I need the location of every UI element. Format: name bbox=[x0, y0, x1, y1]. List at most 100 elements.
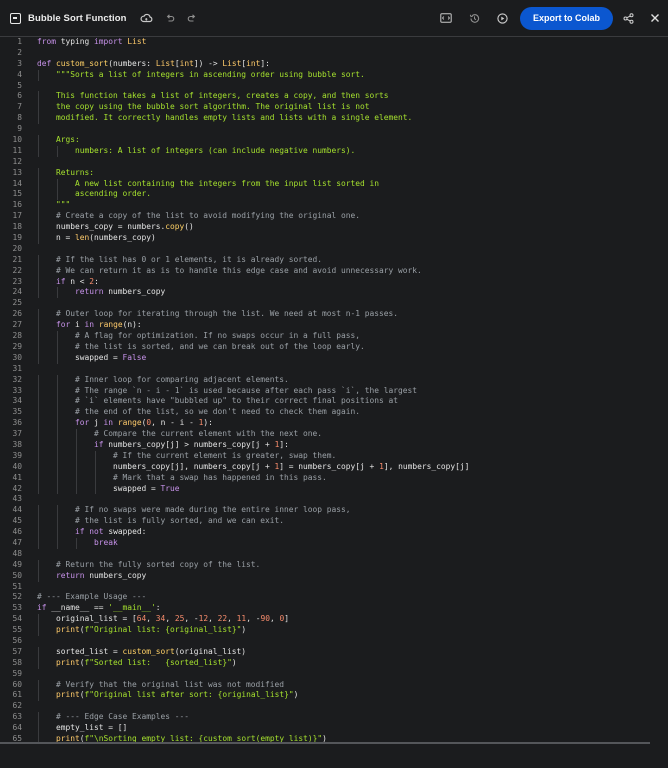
line-number: 14 bbox=[12, 178, 22, 188]
line-number: 19 bbox=[12, 233, 22, 243]
line-number: 50 bbox=[12, 570, 22, 580]
document-title: Bubble Sort Function bbox=[28, 12, 127, 24]
code-text: if n < 2: bbox=[56, 276, 99, 286]
code-line: 21 # If the list has 0 or 1 elements, it… bbox=[0, 254, 668, 266]
code-line: 13 Returns: bbox=[0, 167, 668, 179]
code-line: 10 Args: bbox=[0, 135, 668, 146]
code-line: 12 bbox=[0, 157, 668, 168]
code-text: # the list is sorted, and we can break o… bbox=[75, 341, 365, 351]
code-line: 14 A new list containing the integers fr… bbox=[0, 178, 668, 190]
code-line: 33 # The range `n - i - 1` is used becau… bbox=[0, 385, 668, 397]
toolbar-left: Bubble Sort Function bbox=[10, 12, 197, 24]
code-text: if __name__ == '__main__': bbox=[37, 603, 161, 613]
line-number: 7 bbox=[17, 102, 22, 112]
share-icon[interactable] bbox=[623, 12, 634, 24]
line-number: 37 bbox=[12, 429, 22, 439]
code-text: print(f"Original list: {original_list}") bbox=[56, 625, 247, 635]
redo-icon[interactable] bbox=[187, 13, 197, 23]
code-text: swapped = False bbox=[37, 352, 147, 362]
code-line: 42 swapped = True bbox=[0, 483, 668, 495]
cloud-icon[interactable] bbox=[140, 13, 153, 23]
code-text: # If the current element is greater, swa… bbox=[113, 450, 337, 460]
line-number: 17 bbox=[12, 211, 22, 221]
code-text: print(f"Original list after sort: {origi… bbox=[56, 690, 299, 700]
code-line: 55 print(f"Original list: {original_list… bbox=[0, 625, 668, 636]
history-icon[interactable] bbox=[469, 13, 480, 24]
code-text: Args: bbox=[37, 135, 80, 145]
export-to-colab-button[interactable]: Export to Colab bbox=[520, 6, 613, 30]
line-number: 33 bbox=[12, 385, 22, 395]
code-text: return numbers_copy bbox=[75, 287, 166, 297]
line-number: 20 bbox=[12, 243, 22, 253]
line-number: 10 bbox=[12, 135, 22, 145]
line-number: 55 bbox=[12, 625, 22, 635]
line-number: 64 bbox=[12, 723, 22, 733]
code-line: 28 # A flag for optimization. If no swap… bbox=[0, 331, 668, 342]
code-text: # the end of the list, so we don't need … bbox=[75, 407, 361, 417]
code-line: 29 # the list is sorted, and we can brea… bbox=[0, 341, 668, 353]
line-number: 38 bbox=[12, 439, 22, 449]
line-number: 45 bbox=[12, 516, 22, 526]
code-line: 59 bbox=[0, 669, 668, 680]
line-number: 53 bbox=[12, 603, 22, 613]
line-number: 4 bbox=[17, 69, 22, 79]
code-line: 48 bbox=[0, 549, 668, 560]
code-text: ascending order. bbox=[37, 189, 152, 199]
code-text: for j in range(0, n - i - 1): bbox=[75, 418, 213, 428]
line-number: 35 bbox=[12, 407, 22, 417]
line-number: 30 bbox=[12, 352, 22, 362]
code-text: # Compare the current element with the n… bbox=[94, 429, 323, 439]
line-number: 3 bbox=[17, 58, 22, 68]
code-text: # Outer loop for iterating through the l… bbox=[56, 309, 399, 319]
code-line: 45 # the list is fully sorted, and we ca… bbox=[0, 516, 668, 528]
line-number: 56 bbox=[12, 635, 22, 645]
code-editor[interactable]: 1 from typing import List 2 3 def custom_sor… bbox=[0, 37, 668, 742]
top-toolbar: Bubble Sort Function Export to Colab bbox=[0, 0, 668, 36]
code-line: 16 """ bbox=[0, 200, 668, 212]
code-text: swapped = True bbox=[37, 483, 180, 493]
line-number: 12 bbox=[12, 156, 22, 166]
line-number: 32 bbox=[12, 374, 22, 384]
code-text: """Sorts a list of integers in ascending… bbox=[37, 69, 365, 79]
code-line: 19 n = len(numbers_copy) bbox=[0, 233, 668, 244]
code-line: 18 numbers_copy = numbers.copy() bbox=[0, 222, 668, 234]
code-line: 22 # We can return it as is to handle th… bbox=[0, 265, 668, 277]
line-number: 52 bbox=[12, 592, 22, 602]
code-line: 62 bbox=[0, 701, 668, 712]
line-number: 42 bbox=[12, 483, 22, 493]
code-text: # If the list has 0 or 1 elements, it is… bbox=[56, 254, 323, 264]
line-number: 58 bbox=[12, 657, 22, 667]
code-line: 60 # Verify that the original list was n… bbox=[0, 679, 668, 691]
close-icon[interactable] bbox=[650, 13, 660, 23]
code-text: # Create a copy of the list to avoid mod… bbox=[56, 211, 361, 221]
line-number: 15 bbox=[12, 189, 22, 199]
line-number: 43 bbox=[12, 494, 22, 504]
line-number: 25 bbox=[12, 298, 22, 308]
code-line: 56 bbox=[0, 636, 668, 647]
code-line: 15 ascending order. bbox=[0, 189, 668, 201]
line-number: 40 bbox=[12, 461, 22, 471]
line-number: 28 bbox=[12, 331, 22, 341]
line-number: 47 bbox=[12, 537, 22, 547]
code-text: empty_list = [] bbox=[37, 723, 128, 733]
code-line: 43 bbox=[0, 494, 668, 505]
horizontal-scrollbar-thumb[interactable] bbox=[0, 742, 650, 744]
line-number: 16 bbox=[12, 200, 22, 210]
code-text: # A flag for optimization. If no swaps o… bbox=[75, 331, 361, 341]
line-number: 60 bbox=[12, 679, 22, 689]
code-line: 31 bbox=[0, 364, 668, 375]
code-line: 65 print(f"\nSorting empty list: {custom… bbox=[0, 734, 668, 742]
code-line: 25 bbox=[0, 298, 668, 309]
code-text: sorted_list = custom_sort(original_list) bbox=[37, 646, 247, 656]
undo-icon[interactable] bbox=[165, 13, 175, 23]
code-line: 52 # --- Example Usage --- bbox=[0, 592, 668, 603]
line-number: 9 bbox=[17, 124, 22, 134]
line-number: 2 bbox=[17, 47, 22, 57]
code-text: if numbers_copy[j] > numbers_copy[j + 1]… bbox=[94, 439, 289, 449]
run-icon[interactable] bbox=[497, 12, 508, 24]
line-number: 8 bbox=[17, 113, 22, 123]
code-line: 61 print(f"Original list after sort: {or… bbox=[0, 690, 668, 702]
line-number: 51 bbox=[12, 581, 22, 591]
code-line: 49 # Return the fully sorted copy of the… bbox=[0, 559, 668, 571]
code-view-icon[interactable] bbox=[440, 13, 452, 23]
